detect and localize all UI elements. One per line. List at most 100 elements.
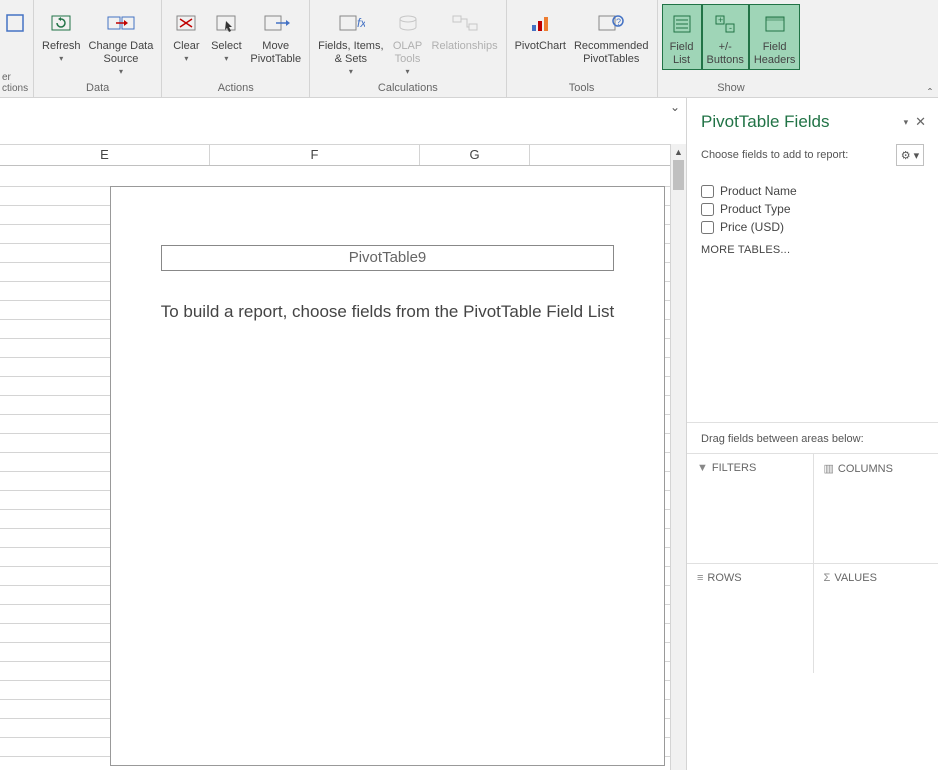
- column-header[interactable]: G: [420, 145, 530, 165]
- svg-text:-: -: [729, 23, 732, 33]
- change-source-icon: [106, 6, 136, 40]
- dropdown-arrow-icon: ▾: [406, 67, 410, 76]
- field-checkbox[interactable]: [701, 185, 714, 198]
- pivottable-placeholder[interactable]: PivotTable9 To build a report, choose fi…: [110, 186, 665, 766]
- ribbon-group-data: Refresh ▾ Change Data Source ▾ Data: [34, 0, 162, 98]
- pivotchart-label: PivotChart: [515, 40, 566, 53]
- move-pivottable-button[interactable]: Move PivotTable: [246, 4, 305, 68]
- field-headers-button[interactable]: Field Headers: [749, 4, 801, 70]
- olap-tools-button: OLAP Tools ▾: [388, 4, 428, 78]
- rows-icon: ≡: [697, 572, 703, 584]
- values-area[interactable]: ΣVALUES: [813, 563, 938, 673]
- refresh-icon: [49, 6, 73, 40]
- more-tables-link[interactable]: MORE TABLES...: [701, 244, 924, 256]
- field-headers-label: Field Headers: [754, 41, 796, 67]
- dropdown-arrow-icon: ▾: [349, 67, 353, 76]
- select-icon: [214, 6, 238, 40]
- field-list: Product Name Product Type Price (USD) MO…: [687, 174, 938, 262]
- field-checkbox-row[interactable]: Product Name: [701, 182, 924, 200]
- filters-label: FILTERS: [712, 462, 756, 474]
- column-headers: D E F G: [0, 144, 670, 166]
- svg-text:fx: fx: [357, 16, 365, 30]
- change-source-label: Change Data Source: [89, 40, 154, 66]
- field-checkbox[interactable]: [701, 203, 714, 216]
- clear-button[interactable]: Clear ▾: [166, 4, 206, 65]
- dropdown-arrow-icon: ▾: [119, 67, 123, 76]
- relationships-icon: [451, 6, 479, 40]
- select-button[interactable]: Select ▾: [206, 4, 246, 65]
- scroll-up-icon[interactable]: ▲: [671, 144, 686, 160]
- group-label-tools: Tools: [507, 79, 657, 98]
- workspace: ⌄ D E F G: [0, 98, 938, 770]
- clear-icon: [174, 6, 198, 40]
- group-label-actions: Actions: [162, 79, 309, 98]
- vertical-scrollbar[interactable]: ▲: [670, 144, 686, 770]
- field-checkbox-row[interactable]: Product Type: [701, 200, 924, 218]
- fields-items-sets-button[interactable]: fx Fields, Items, & Sets ▾: [314, 4, 387, 78]
- ribbon-group-tools: PivotChart ? Recommended PivotTables Too…: [507, 0, 658, 98]
- field-headers-icon: [763, 7, 787, 41]
- dropdown-arrow-icon: ▾: [224, 54, 228, 63]
- pane-options-icon[interactable]: ▾: [901, 117, 912, 128]
- partial-button[interactable]: [0, 4, 30, 42]
- column-header[interactable]: E: [0, 145, 210, 165]
- group-label-partial: er ctions: [0, 69, 33, 98]
- dropdown-arrow-icon: ▾: [184, 54, 188, 63]
- field-checkbox[interactable]: [701, 221, 714, 234]
- filter-icon: ▼: [697, 462, 708, 474]
- field-list-button[interactable]: Field List: [662, 4, 702, 70]
- olap-label: OLAP Tools: [393, 40, 422, 66]
- dropdown-arrow-icon: ▾: [914, 149, 920, 162]
- refresh-button[interactable]: Refresh ▾: [38, 4, 85, 65]
- ribbon: er ctions Refresh ▾ Change Data Source ▾…: [0, 0, 938, 98]
- recommended-label: Recommended PivotTables: [574, 40, 649, 66]
- gear-button[interactable]: ⚙ ▾: [896, 144, 924, 166]
- recommended-pivottables-button[interactable]: ? Recommended PivotTables: [570, 4, 653, 68]
- ribbon-group-calculations: fx Fields, Items, & Sets ▾ OLAP Tools ▾ …: [310, 0, 506, 98]
- field-list-icon: [670, 7, 694, 41]
- pane-subtitle: Choose fields to add to report:: [701, 149, 848, 161]
- group-label-show: Show: [658, 79, 805, 98]
- svg-text:+: +: [718, 15, 723, 25]
- fields-icon: fx: [337, 6, 365, 40]
- olap-icon: [396, 6, 420, 40]
- drag-hint: Drag fields between areas below:: [687, 422, 938, 453]
- plus-minus-buttons-button[interactable]: +- +/- Buttons: [702, 4, 749, 70]
- field-checkbox-row[interactable]: Price (USD): [701, 218, 924, 236]
- pivotchart-icon: [528, 6, 552, 40]
- plus-minus-icon: +-: [713, 7, 737, 41]
- rows-label: ROWS: [707, 572, 741, 584]
- pane-title: PivotTable Fields: [701, 112, 830, 132]
- move-label: Move PivotTable: [250, 40, 301, 66]
- gear-icon: ⚙: [901, 149, 911, 162]
- fields-label: Fields, Items, & Sets: [318, 40, 383, 66]
- drop-areas: ▼ FILTERS ▥COLUMNS ≡ ROWS ΣVALUES: [687, 453, 938, 673]
- formula-bar-expand-icon[interactable]: ⌄: [670, 100, 680, 114]
- field-label: Product Name: [720, 184, 797, 198]
- column-header[interactable]: F: [210, 145, 420, 165]
- filters-area[interactable]: ▼ FILTERS: [687, 453, 813, 563]
- sheet-area: ⌄ D E F G: [0, 98, 686, 770]
- clear-label: Clear: [173, 40, 199, 53]
- worksheet-grid[interactable]: PivotTable9 To build a report, choose fi…: [0, 166, 670, 770]
- pivottable-fields-pane: PivotTable Fields ▾ ✕ Choose fields to a…: [686, 98, 938, 770]
- close-icon[interactable]: ✕: [913, 114, 928, 130]
- recommended-icon: ?: [596, 6, 626, 40]
- group-label-calculations: Calculations: [310, 79, 505, 98]
- change-data-source-button[interactable]: Change Data Source ▾: [85, 4, 158, 78]
- field-label: Product Type: [720, 202, 791, 216]
- rows-area[interactable]: ≡ ROWS: [687, 563, 813, 673]
- svg-text:?: ?: [616, 17, 621, 27]
- ribbon-group-show: Field List +- +/- Buttons Field Headers …: [658, 0, 805, 98]
- values-label: VALUES: [834, 572, 877, 584]
- dropdown-arrow-icon: ▾: [59, 54, 63, 63]
- move-icon: [262, 6, 290, 40]
- ribbon-group-actions: Clear ▾ Select ▾ Move PivotTable Actions: [162, 0, 310, 98]
- columns-area[interactable]: ▥COLUMNS: [813, 453, 938, 563]
- field-list-label: Field List: [670, 41, 694, 67]
- scroll-thumb[interactable]: [673, 160, 684, 190]
- relationships-label: Relationships: [432, 40, 498, 53]
- group-label-data: Data: [34, 79, 161, 98]
- ribbon-group-partial: er ctions: [0, 0, 34, 98]
- pivotchart-button[interactable]: PivotChart: [511, 4, 570, 55]
